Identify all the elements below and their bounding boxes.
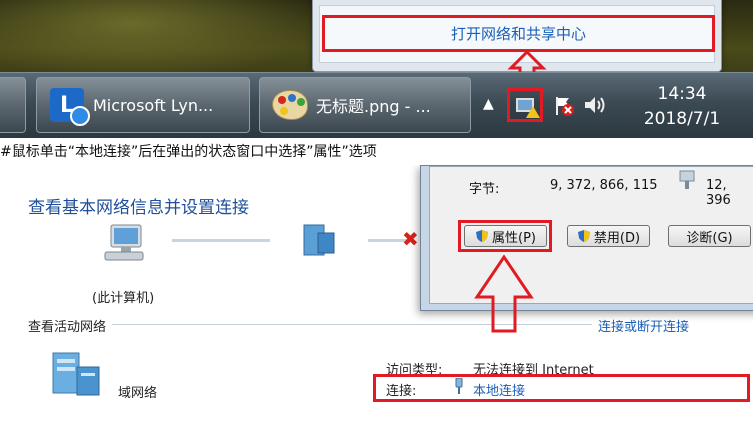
clock-date: 2018/7/1 <box>643 109 721 129</box>
bytes-sent-value: 9, 372, 866, 115 <box>550 178 658 193</box>
open-network-sharing-center-link[interactable]: 打开网络和共享中心 <box>322 15 715 52</box>
network-activity-icon <box>679 170 695 189</box>
network-warning-icon[interactable] <box>507 88 543 122</box>
bytes-label: 字节: <box>469 182 500 197</box>
instruction-caption: #鼠标单击“本地连接”后在弹出的状态窗口中选择”属性”选项 <box>0 144 377 160</box>
wallpaper <box>0 0 330 80</box>
desktop-area: 打开网络和共享中心 L Microsoft Lyn... 无标题.png - .… <box>0 0 753 138</box>
diagnose-button-label: 诊断(G) <box>686 230 733 246</box>
connection-label: 连接: <box>386 384 417 399</box>
properties-highlight-box <box>458 220 552 252</box>
taskbar-app-partial[interactable] <box>0 77 26 133</box>
taskbar-app-lync[interactable]: L Microsoft Lyn... <box>36 77 250 133</box>
clock-time: 14:34 <box>657 84 707 104</box>
red-down-arrow <box>474 254 534 333</box>
computer-icon <box>104 224 144 261</box>
active-networks-heading: 查看活动网络 <box>28 320 107 335</box>
bytes-received-value: 12, 396 <box>706 178 731 208</box>
taskbar-app-label: Microsoft Lyn... <box>93 95 214 115</box>
domain-network-icon <box>303 224 335 256</box>
connect-or-disconnect-link[interactable]: 连接或断开连接 <box>598 316 689 335</box>
local-connection-link[interactable]: 本地连接 <box>473 380 525 399</box>
taskbar-clock[interactable]: 14:34 2018/7/1 <box>622 82 742 132</box>
domain-network-icon <box>52 352 100 396</box>
uac-shield-icon <box>577 230 590 242</box>
diagnose-button[interactable]: 诊断(G) <box>668 225 751 247</box>
disconnected-x-icon: ✖ <box>402 227 419 251</box>
paint-palette-icon <box>270 85 310 125</box>
disable-button-label: 禁用(D) <box>593 230 641 246</box>
ethernet-plug-icon <box>455 378 463 394</box>
taskbar-app-label: 无标题.png - ... <box>316 97 431 116</box>
network-name: 域网络 <box>118 386 158 401</box>
page-title: 查看基本网络信息并设置连接 <box>28 198 249 218</box>
lync-icon: L <box>47 85 90 126</box>
network-map-link <box>172 239 270 242</box>
show-hidden-icons-arrow-icon[interactable]: ▲ <box>483 96 494 112</box>
screenshot-root: 打开网络和共享中心 L Microsoft Lyn... 无标题.png - .… <box>0 0 753 425</box>
network-sharing-center-window: 查看基本网络信息并设置连接 ✖ (此计算机) 查看活动网络 连接或断开连接 域网… <box>0 165 753 425</box>
taskbar-app-paint[interactable]: 无标题.png - ... <box>259 77 471 133</box>
disable-button[interactable]: 禁用(D) <box>567 225 650 247</box>
volume-icon[interactable] <box>582 94 606 116</box>
connection-highlight-box <box>373 374 750 402</box>
this-computer-label: (此计算机) <box>92 291 155 306</box>
action-center-flag-icon[interactable] <box>553 95 575 117</box>
